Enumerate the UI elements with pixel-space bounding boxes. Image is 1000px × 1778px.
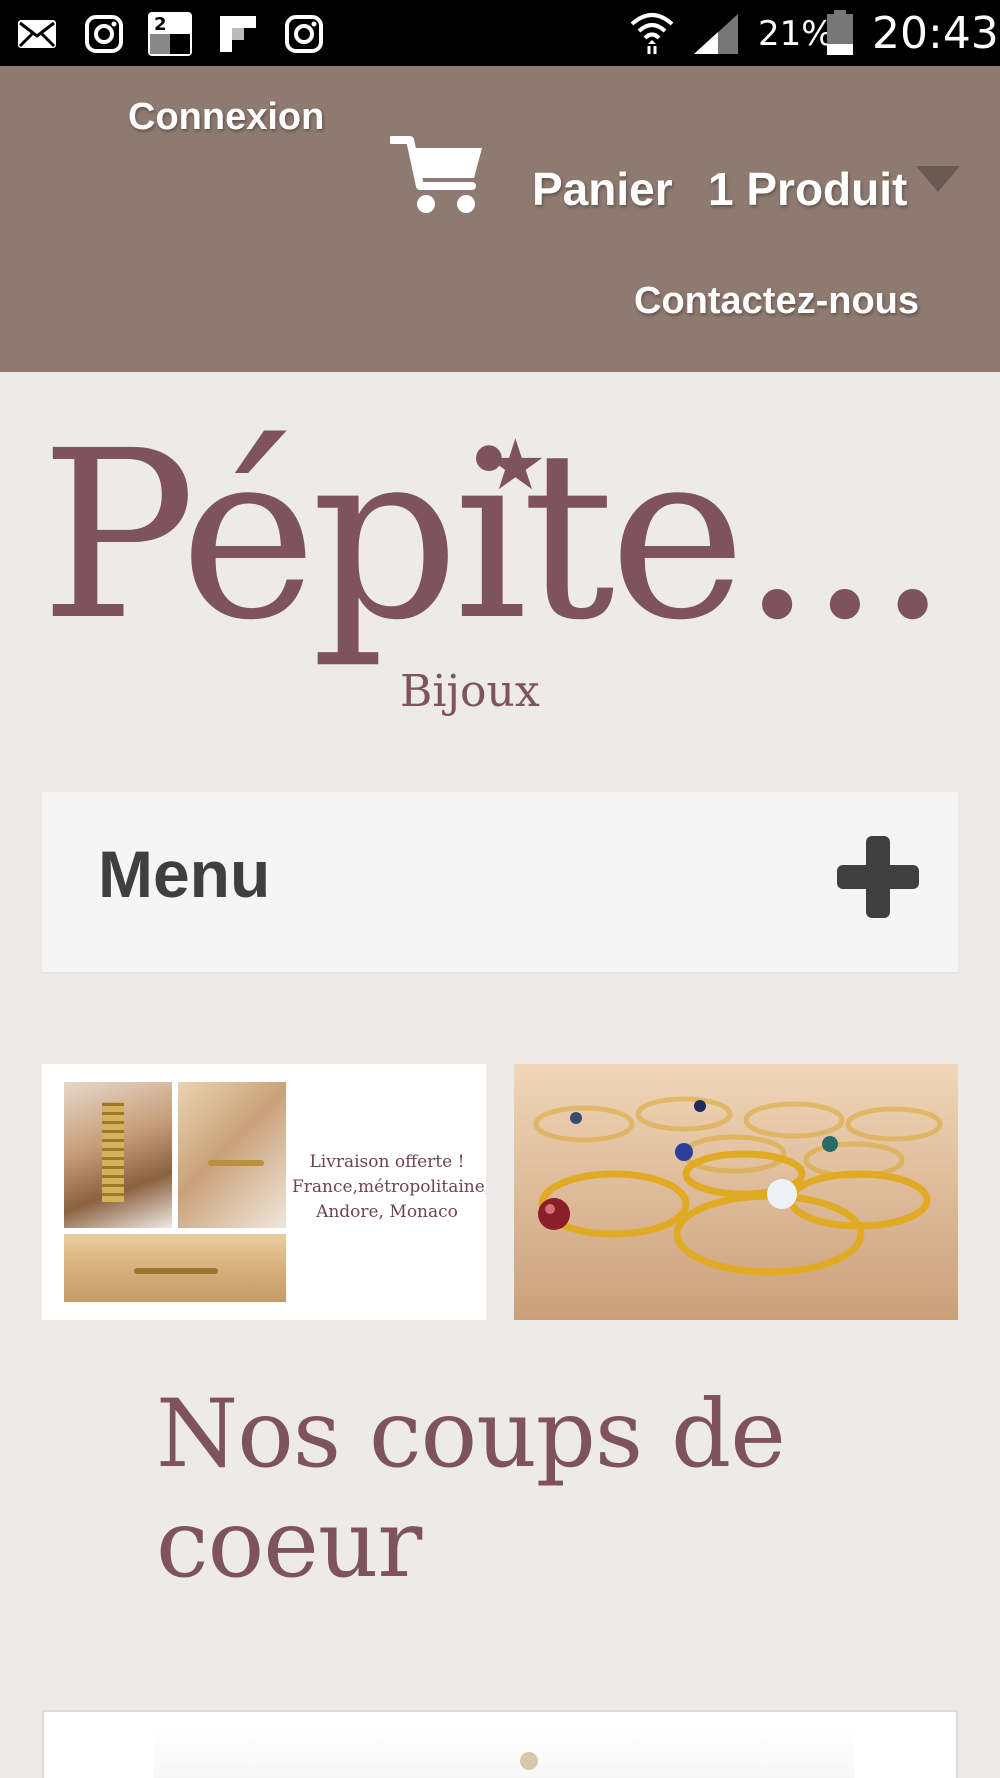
status-bar: 2 21% 20:43 <box>0 0 1000 66</box>
wrist-bracelet-photo <box>64 1082 172 1228</box>
cart-icon[interactable] <box>388 134 486 221</box>
battery-percent: 21% <box>758 14 834 54</box>
cart-dropdown-caret-icon[interactable] <box>916 166 960 192</box>
necklace-photo-1 <box>178 1082 286 1228</box>
promo-line: Andore, Monaco <box>316 1202 458 1222</box>
instagram-icon <box>284 14 324 59</box>
login-link[interactable]: Connexion <box>128 96 324 139</box>
menu-toggle[interactable]: Menu <box>42 792 958 972</box>
svg-text:2: 2 <box>154 14 167 35</box>
plus-icon <box>835 834 921 925</box>
product-image <box>154 1730 854 1778</box>
menu-label: Menu <box>98 837 271 911</box>
clock: 20:43 <box>872 8 999 59</box>
promo-line: Livraison offerte ! <box>309 1152 465 1172</box>
app-2-icon: 2 <box>146 10 194 63</box>
cart-count[interactable]: 1 Produit <box>708 162 907 216</box>
cart-link[interactable]: Panier <box>532 162 673 216</box>
necklace-photo-2 <box>64 1234 286 1302</box>
logo-subtitle: Bijoux <box>400 666 540 717</box>
product-card[interactable] <box>42 1710 958 1778</box>
promo-line: France,métropolitaine, <box>292 1177 486 1197</box>
shipping-promo-banner[interactable]: Livraison offerte ! France,métropolitain… <box>42 1064 486 1320</box>
signal-icon <box>692 12 740 61</box>
shipping-promo-text: Livraison offerte ! France,métropolitain… <box>292 1150 486 1225</box>
site-logo[interactable]: ★ Pépite... Bijoux <box>40 420 960 740</box>
rings-photo <box>514 1064 958 1320</box>
site-header: Connexion Panier 1 Produit Contactez-nou… <box>0 66 1000 372</box>
mail-icon <box>16 18 58 55</box>
instagram-icon <box>84 14 124 59</box>
wifi-icon <box>628 10 676 61</box>
flipboard-icon <box>218 14 258 59</box>
featured-section-title: Nos coups de coeur <box>156 1380 786 1599</box>
battery-icon <box>826 10 854 61</box>
contact-link[interactable]: Contactez-nous <box>634 280 919 323</box>
logo-title: Pépite... <box>40 401 949 671</box>
product-image-detail <box>520 1752 538 1770</box>
rings-banner[interactable] <box>514 1064 958 1320</box>
